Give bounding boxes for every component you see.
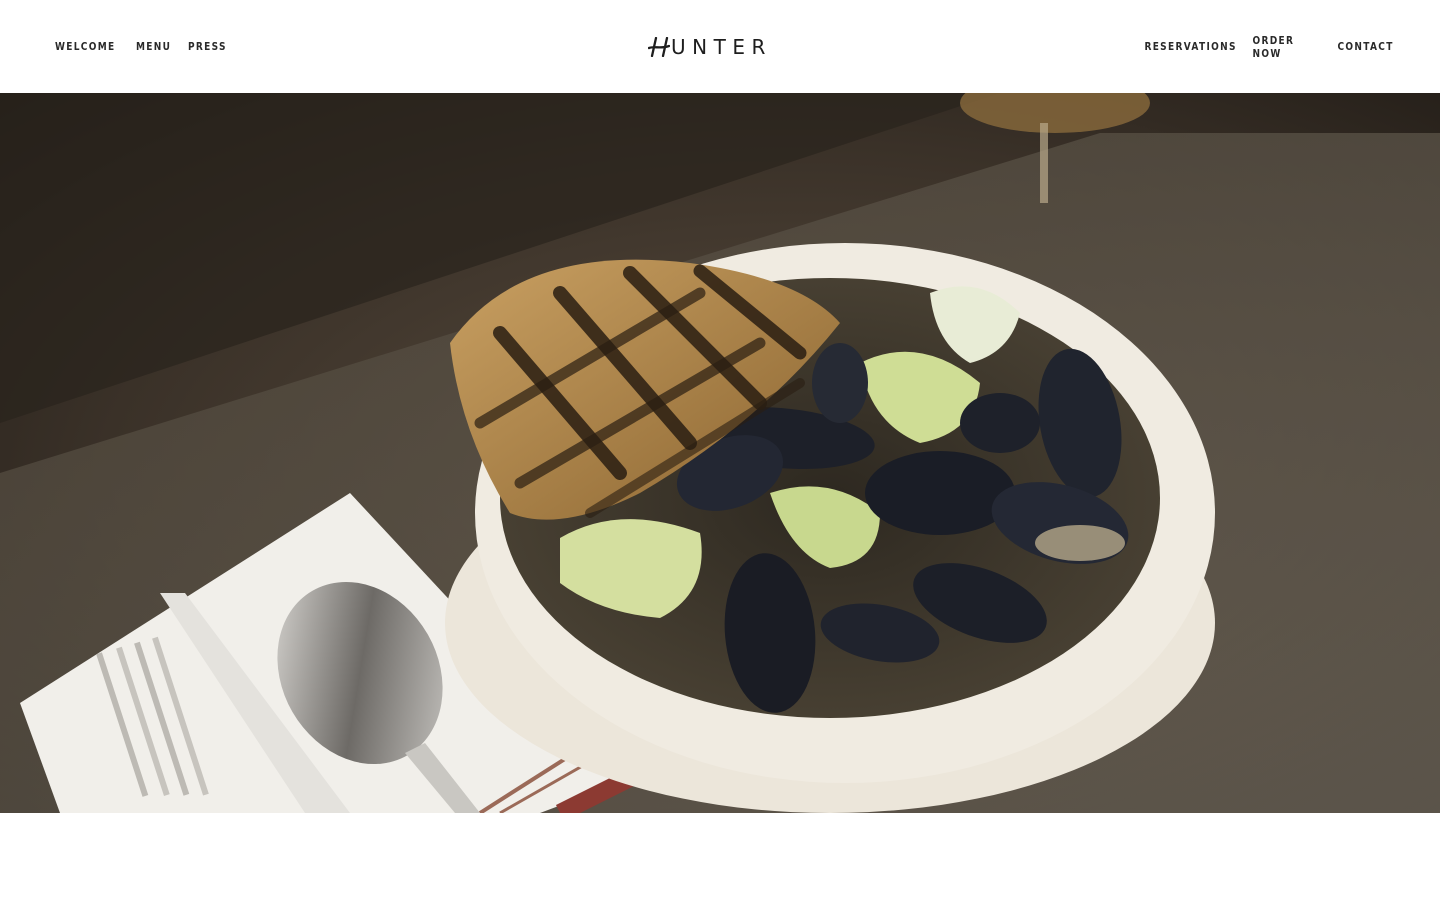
primary-nav-right: RESERVATIONS ORDER NOW CONTACT bbox=[1121, 0, 1392, 93]
site-logo[interactable]: UNTER bbox=[648, 34, 772, 60]
nav-item-welcome: WELCOME bbox=[55, 40, 132, 53]
nav-item-reservations: RESERVATIONS bbox=[1125, 40, 1235, 53]
wine-glass-stem bbox=[1040, 123, 1048, 203]
nav-link-contact[interactable]: CONTACT bbox=[1337, 40, 1392, 53]
hero-photo-illustration bbox=[0, 93, 1440, 813]
nav-link-press[interactable]: PRESS bbox=[188, 40, 229, 53]
nav-item-menu: MENU bbox=[136, 40, 184, 53]
nav-link-order-now[interactable]: ORDER NOW bbox=[1252, 34, 1323, 60]
site-header: WELCOME MENU PRESS UNTER RESERVATIONS OR… bbox=[0, 0, 1440, 93]
nav-link-menu[interactable]: MENU bbox=[136, 40, 175, 53]
nav-item-order-now: ORDER NOW bbox=[1237, 34, 1323, 60]
nav-item-press: PRESS bbox=[188, 40, 238, 53]
primary-nav-left: WELCOME MENU PRESS bbox=[55, 0, 242, 93]
hero-image bbox=[0, 93, 1440, 813]
nav-item-contact: CONTACT bbox=[1327, 40, 1392, 53]
logo-h-mark-icon bbox=[648, 37, 670, 57]
nav-link-welcome[interactable]: WELCOME bbox=[55, 40, 118, 53]
logo-wordmark: UNTER bbox=[671, 35, 772, 59]
nav-link-reservations[interactable]: RESERVATIONS bbox=[1144, 40, 1235, 53]
